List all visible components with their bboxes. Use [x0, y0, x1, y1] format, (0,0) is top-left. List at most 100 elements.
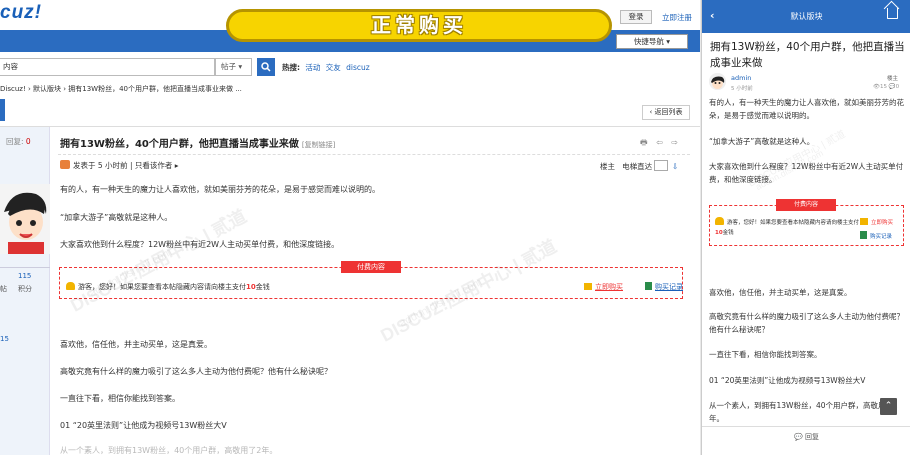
thread-tools[interactable]: 🖶 ⇦ ⇨ [640, 137, 681, 151]
reply-count-label: 回复: [6, 137, 24, 146]
hot-search: 热搜: 活动 交友 discuz [282, 62, 370, 73]
mobile-time: 5 小时前 [731, 86, 753, 92]
mobile-paragraph: 喜欢他，信任他，并主动买单，这是真爱。 [709, 288, 852, 297]
mobile-paragraph: 从一个素人，到拥有13W粉丝，40个用户群，高敬用了2年。 [709, 401, 898, 423]
pay-text-post: 金钱 [255, 283, 270, 291]
mobile-pay-amount: 10 [715, 230, 723, 236]
search-input[interactable]: 内容 [0, 58, 215, 76]
search-icon [261, 62, 271, 72]
paid-content-label: 付费内容 [341, 261, 401, 273]
register-link[interactable]: 立即注册 [662, 12, 692, 23]
post-paragraph: 有的人，有一种天生的魔力让人喜欢他，就如美丽芬芳的花朵，是易于感觉而难以说明的。 [60, 185, 380, 194]
mobile-author[interactable]: admin [731, 74, 751, 82]
mobile-pay-text-pre: 游客，您好！如果您要查看本帖隐藏内容请向楼主支付 [727, 220, 860, 226]
purchase-record-label[interactable]: 购买记录 [655, 283, 683, 291]
hot-search-item[interactable]: discuz [346, 63, 370, 72]
mobile-thread-title: 拥有13W粉丝，40个用户群，他把直播当成事业来做 [710, 41, 905, 69]
credit-value[interactable]: 115 [18, 272, 31, 280]
mobile-preview: ‹ 默认版块 拥有13W粉丝，40个用户群，他把直播当成事业来做 admin 5… [701, 0, 910, 455]
jump-down-icon[interactable]: ⇩ [672, 162, 678, 171]
credit-label: 积分 [18, 285, 32, 293]
post-paragraph: 大家喜欢他到什么程度？12W粉丝中有近2W人主动买单付费，和他深度链接。 [60, 240, 340, 249]
back-to-top-button[interactable]: ⌃ [880, 398, 897, 415]
mobile-paragraph: 大家喜欢他到什么程度？12W粉丝中有近2W人主动买单付费，和他深度链接。 [709, 162, 904, 184]
paid-content-box: 付费内容 游客，您好！如果您要查看本帖隐藏内容请向楼主支付10金钱 立即购买 购… [59, 261, 683, 299]
post-paragraph: “加拿大游子”高敬就是这种人。 [60, 213, 173, 222]
mobile-paragraph: 一直往下看，相信你能找到答案。 [709, 350, 822, 359]
separator: | [129, 161, 133, 170]
site-logo[interactable]: cuz! [0, 2, 42, 24]
search-type-select[interactable]: 帖子 ▾ [215, 58, 252, 76]
home-icon[interactable] [887, 8, 898, 19]
lock-icon [66, 282, 75, 290]
post-paragraph: 一直往下看，相信你能找到答案。 [60, 394, 180, 403]
coin-icon [584, 283, 592, 290]
new-post-button[interactable] [0, 99, 5, 121]
mobile-header: ‹ 默认版块 [702, 0, 910, 33]
jump-label: 电梯直达 [622, 162, 653, 171]
floor-owner: 楼主 [600, 162, 615, 171]
mobile-reply-button[interactable]: 💬 回复 [702, 432, 910, 442]
avatar[interactable] [0, 184, 50, 254]
reply-count: 回复: 0 [6, 136, 31, 147]
mobile-paid-content-box: 付费内容 游客，您好！如果您要查看本帖隐藏内容请向楼主支付 10金钱 立即购买 购… [709, 199, 904, 246]
divider [58, 154, 690, 155]
quick-nav-button[interactable]: 快捷导航 ▾ [616, 34, 688, 49]
page: cuz! 登录 立即注册 快捷导航 ▾ 正常购买 内容 帖子 ▾ 热搜: 活动 … [0, 0, 910, 455]
mobile-pay-text-post: 金钱 [722, 230, 734, 236]
lock-icon [715, 217, 724, 225]
coin-icon [860, 218, 868, 225]
mobile-board-title: 默认版块 [790, 12, 823, 21]
mobile-view-reply-counts: 👁15 💬0 [873, 84, 900, 90]
action-row: ‹ 返回列表 [0, 96, 700, 126]
post-time: 发表于 5 小时前 [73, 161, 128, 170]
post-paragraph: 01 “20英里法则”让他成为视频号13W粉丝大V [60, 421, 227, 430]
login-button[interactable]: 登录 [620, 10, 652, 24]
author-line: 发表于 5 小时前 | 只看该作者 ▸ [60, 160, 179, 171]
mobile-reply-label[interactable]: 回复 [805, 433, 819, 441]
purchase-record-link[interactable]: 购买记录 [645, 282, 683, 292]
mobile-paragraph: “加拿大游子”高敬就是这种人。 [709, 137, 815, 146]
mobile-purchase-record-link[interactable]: 购买记录 [860, 231, 892, 240]
mobile-paragraph: 01 “20英里法则”让他成为视频号13W粉丝大V [709, 376, 866, 385]
search-button[interactable] [257, 58, 275, 76]
copy-link[interactable]: [复制链接] [302, 141, 335, 149]
author-panel: 回复: 0 115 帖 积分 15 [0, 127, 50, 455]
post-paragraph: 从一个素人，到拥有13W粉丝，40个用户群，高敬用了2年。 [60, 446, 278, 455]
mobile-footer: 💬 回复 [702, 426, 910, 455]
floor-info: 楼主 电梯直达 ⇩ [600, 160, 678, 172]
divider [0, 267, 50, 268]
thread-title: 拥有13W粉丝，40个用户群，他把直播当成事业来做 [复制链接] [60, 135, 335, 150]
user-uid[interactable]: 15 [0, 335, 9, 343]
promo-banner: 正常购买 [226, 9, 612, 42]
hot-search-label: 热搜: [282, 63, 300, 72]
buy-now-label[interactable]: 立即购买 [595, 283, 623, 291]
buy-now-link[interactable]: 立即购买 [584, 282, 623, 292]
mobile-paragraph: 有的人，有一种天生的魔力让人喜欢他，就如美丽芬芳的花朵，是易于感觉而难以说明的。 [709, 98, 904, 120]
post-paragraph: 高敬究竟有什么样的魔力吸引了这么多人主动为他付费呢？他有什么秘诀呢？ [60, 367, 332, 376]
breadcrumb[interactable]: Discuz! › 默认版块 › 拥有13W粉丝，40个用户群，他把直播当成事业… [0, 82, 700, 96]
mobile-purchase-record-label[interactable]: 购买记录 [870, 234, 892, 240]
mobile-floor-owner: 楼主 [887, 76, 899, 82]
mobile-buy-now-link[interactable]: 立即购买 [860, 218, 893, 226]
pay-text-pre: 游客，您好！如果您要查看本帖隐藏内容请向楼主支付 [78, 283, 246, 291]
hot-search-item[interactable]: 活动 [305, 63, 320, 72]
mobile-paid-content-label: 付费内容 [776, 199, 836, 211]
search-row: 内容 帖子 ▾ 热搜: 活动 交友 discuz [0, 52, 700, 82]
thread-title-text: 拥有13W粉丝，40个用户群，他把直播当成事业来做 [60, 139, 299, 150]
post-paragraph: 喜欢他，信任他，并主动买单，这是真爱。 [60, 340, 212, 349]
pay-amount: 10 [246, 283, 256, 291]
mobile-avatar[interactable] [709, 73, 726, 90]
jump-input[interactable] [654, 160, 669, 171]
posts-label: 帖 [0, 285, 7, 293]
author-icon [60, 160, 70, 169]
record-icon [860, 231, 867, 239]
only-author-link[interactable]: 只看该作者 ▸ [135, 161, 179, 170]
back-to-list-button[interactable]: ‹ 返回列表 [642, 105, 690, 120]
mobile-buy-now-label[interactable]: 立即购买 [871, 220, 893, 226]
hot-search-item[interactable]: 交友 [326, 63, 341, 72]
thread-main: 回复: 0 115 帖 积分 15 拥有13W粉丝，40个用户群，他把直播当成事… [0, 126, 700, 455]
paid-content-text: 游客，您好！如果您要查看本帖隐藏内容请向楼主支付10金钱 [66, 282, 270, 292]
record-icon [645, 282, 652, 290]
mobile-paragraph: 高敬究竟有什么样的魔力吸引了这么多人主动为他付费呢？他有什么秘诀呢？ [709, 312, 904, 334]
